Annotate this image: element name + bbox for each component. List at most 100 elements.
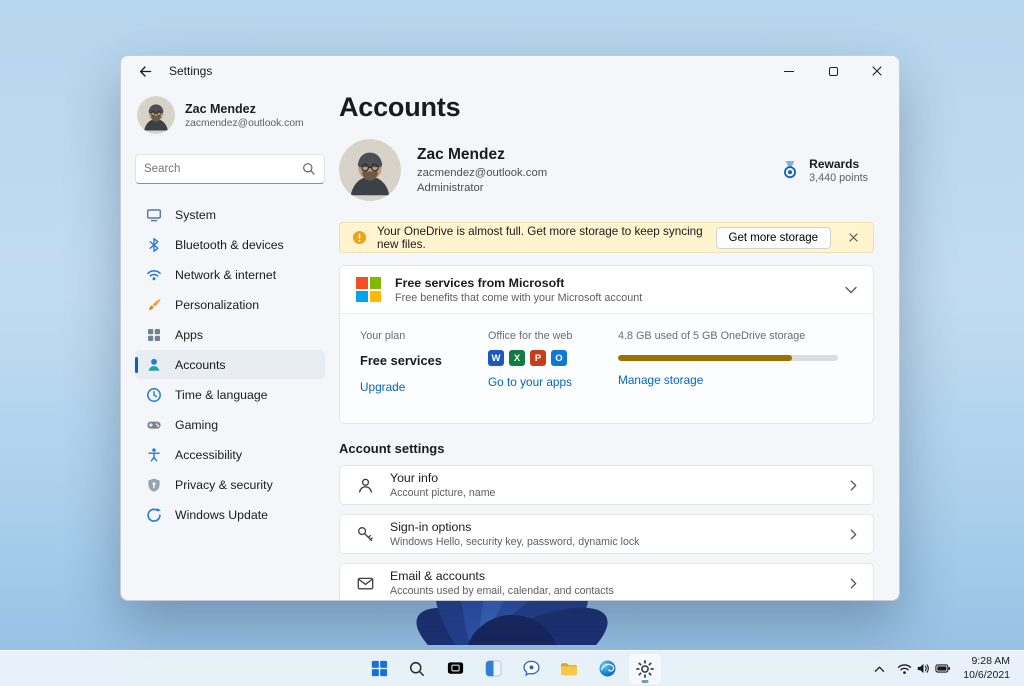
close-button[interactable] bbox=[855, 56, 899, 86]
sidebar-item-label: Accessibility bbox=[175, 447, 242, 462]
chevron-right-icon bbox=[850, 479, 857, 491]
sidebar-item-privacy-security[interactable]: Privacy & security bbox=[135, 470, 325, 499]
key-icon bbox=[357, 526, 373, 541]
accessibility-icon bbox=[146, 447, 162, 463]
free-services-subtitle: Free benefits that come with your Micros… bbox=[395, 291, 643, 304]
onedrive-warning-banner: Your OneDrive is almost full. Get more s… bbox=[339, 222, 874, 253]
outlook-icon: O bbox=[551, 350, 567, 366]
warning-icon bbox=[352, 230, 367, 245]
sidebar-item-label: Apps bbox=[175, 327, 204, 342]
windows-start-icon bbox=[371, 660, 387, 677]
sidebar-item-time-language[interactable]: Time & language bbox=[135, 380, 325, 409]
battery-icon bbox=[935, 664, 951, 673]
word-icon: W bbox=[488, 350, 504, 366]
file-explorer-icon bbox=[561, 662, 577, 675]
sidebar-item-label: Time & language bbox=[175, 387, 268, 402]
tray-date: 10/6/2021 bbox=[963, 668, 1010, 681]
search-icon bbox=[409, 661, 424, 676]
chat-button[interactable] bbox=[515, 654, 547, 684]
manage-storage-link[interactable]: Manage storage bbox=[618, 373, 703, 387]
sidebar-item-windows-update[interactable]: Windows Update bbox=[135, 500, 325, 529]
setting-subtitle: Account picture, name bbox=[390, 487, 496, 499]
profile-email: zacmendez@outlook.com bbox=[417, 167, 548, 179]
sidebar-item-network-internet[interactable]: Network & internet bbox=[135, 260, 325, 289]
search-box[interactable] bbox=[135, 154, 325, 184]
back-button[interactable] bbox=[133, 60, 157, 82]
storage-progress-fill bbox=[618, 355, 792, 361]
apps-icon bbox=[146, 327, 162, 343]
free-services-card: Free services from Microsoft Free benefi… bbox=[339, 265, 874, 424]
office-app-icons: W X P O bbox=[488, 350, 572, 366]
widgets-icon bbox=[484, 660, 502, 677]
sidebar-user-name: Zac Mendez bbox=[185, 101, 256, 116]
setting-title: Email & accounts bbox=[390, 569, 486, 583]
profile-role: Administrator bbox=[417, 182, 484, 194]
sidebar-item-accessibility[interactable]: Accessibility bbox=[135, 440, 325, 469]
close-icon bbox=[848, 233, 858, 242]
chat-icon bbox=[522, 660, 540, 677]
settings-button[interactable] bbox=[629, 653, 661, 684]
sidebar-item-accounts[interactable]: Accounts bbox=[135, 350, 325, 379]
sidebar-item-label: Bluetooth & devices bbox=[175, 237, 284, 252]
main-content: Accounts Zac Mendez zacmendez@outlook.co… bbox=[339, 86, 899, 600]
go-to-apps-link[interactable]: Go to your apps bbox=[488, 375, 572, 389]
titlebar: Settings bbox=[121, 56, 899, 86]
window-title: Settings bbox=[169, 64, 213, 78]
sidebar-item-apps[interactable]: Apps bbox=[135, 320, 325, 349]
task-view-button[interactable] bbox=[439, 654, 471, 684]
settings-window: Settings Zac Mendez zacmendez@outlook.co… bbox=[120, 55, 900, 601]
taskbar-clock[interactable]: 9:28 AM 10/6/2021 bbox=[963, 655, 1018, 681]
chevron-up-icon bbox=[875, 666, 885, 672]
microsoft-logo bbox=[356, 277, 381, 302]
powerpoint-icon: P bbox=[530, 350, 546, 366]
mail-icon bbox=[357, 577, 374, 589]
file-explorer-button[interactable] bbox=[553, 654, 585, 684]
page-title: Accounts bbox=[339, 92, 461, 122]
close-icon bbox=[872, 66, 882, 76]
sidebar-item-label: Personalization bbox=[175, 297, 260, 312]
edge-button[interactable] bbox=[591, 654, 623, 684]
search-input[interactable] bbox=[144, 163, 302, 175]
banner-close-button[interactable] bbox=[841, 226, 865, 250]
sidebar-item-gaming[interactable]: Gaming bbox=[135, 410, 325, 439]
office-label: Office for the web bbox=[488, 330, 573, 342]
excel-icon: X bbox=[509, 350, 525, 366]
maximize-button[interactable] bbox=[811, 56, 855, 86]
sidebar-item-bluetooth-devices[interactable]: Bluetooth & devices bbox=[135, 230, 325, 259]
free-services-header[interactable]: Free services from Microsoft Free benefi… bbox=[340, 266, 873, 313]
rewards-badge[interactable]: Rewards 3,440 points bbox=[779, 157, 874, 184]
tray-status-icons[interactable] bbox=[893, 658, 955, 679]
taskbar: 9:28 AM 10/6/2021 bbox=[0, 650, 1024, 686]
gaming-icon bbox=[146, 417, 162, 433]
sidebar-profile[interactable]: Zac Mendez zacmendez@outlook.com bbox=[135, 90, 325, 140]
bluetooth-icon bbox=[146, 237, 162, 253]
get-more-storage-button[interactable]: Get more storage bbox=[715, 226, 831, 249]
time-language-icon bbox=[146, 387, 162, 403]
rewards-label: Rewards bbox=[809, 156, 860, 171]
taskbar-center-icons bbox=[363, 653, 661, 684]
network-icon bbox=[146, 267, 162, 283]
minimize-button[interactable] bbox=[767, 56, 811, 86]
window-controls bbox=[767, 56, 899, 86]
profile-name: Zac Mendez bbox=[417, 146, 505, 163]
personalization-icon bbox=[146, 297, 162, 313]
storage-column: 4.8 GB used of 5 GB OneDrive storage Man… bbox=[618, 330, 838, 387]
sidebar-item-system[interactable]: System bbox=[135, 200, 325, 229]
search-icon bbox=[303, 163, 315, 175]
upgrade-link[interactable]: Upgrade bbox=[360, 380, 405, 394]
setting-row-your-info[interactable]: Your info Account picture, name bbox=[339, 465, 874, 505]
gear-icon bbox=[636, 659, 654, 678]
storage-progress-bar bbox=[618, 355, 838, 361]
sidebar-item-personalization[interactable]: Personalization bbox=[135, 290, 325, 319]
widgets-button[interactable] bbox=[477, 654, 509, 684]
tray-time: 9:28 AM bbox=[971, 655, 1010, 668]
start-button[interactable] bbox=[363, 654, 395, 684]
system-tray: 9:28 AM 10/6/2021 bbox=[874, 651, 1018, 686]
setting-row-email-accounts[interactable]: Email & accounts Accounts used by email,… bbox=[339, 563, 874, 600]
banner-message: Your OneDrive is almost full. Get more s… bbox=[377, 224, 703, 251]
setting-row-sign-in-options[interactable]: Sign-in options Windows Hello, security … bbox=[339, 514, 874, 554]
tray-chevron-button[interactable] bbox=[874, 665, 885, 673]
account-settings-header: Account settings bbox=[339, 441, 445, 456]
rewards-icon bbox=[784, 160, 797, 179]
search-button[interactable] bbox=[401, 654, 433, 684]
